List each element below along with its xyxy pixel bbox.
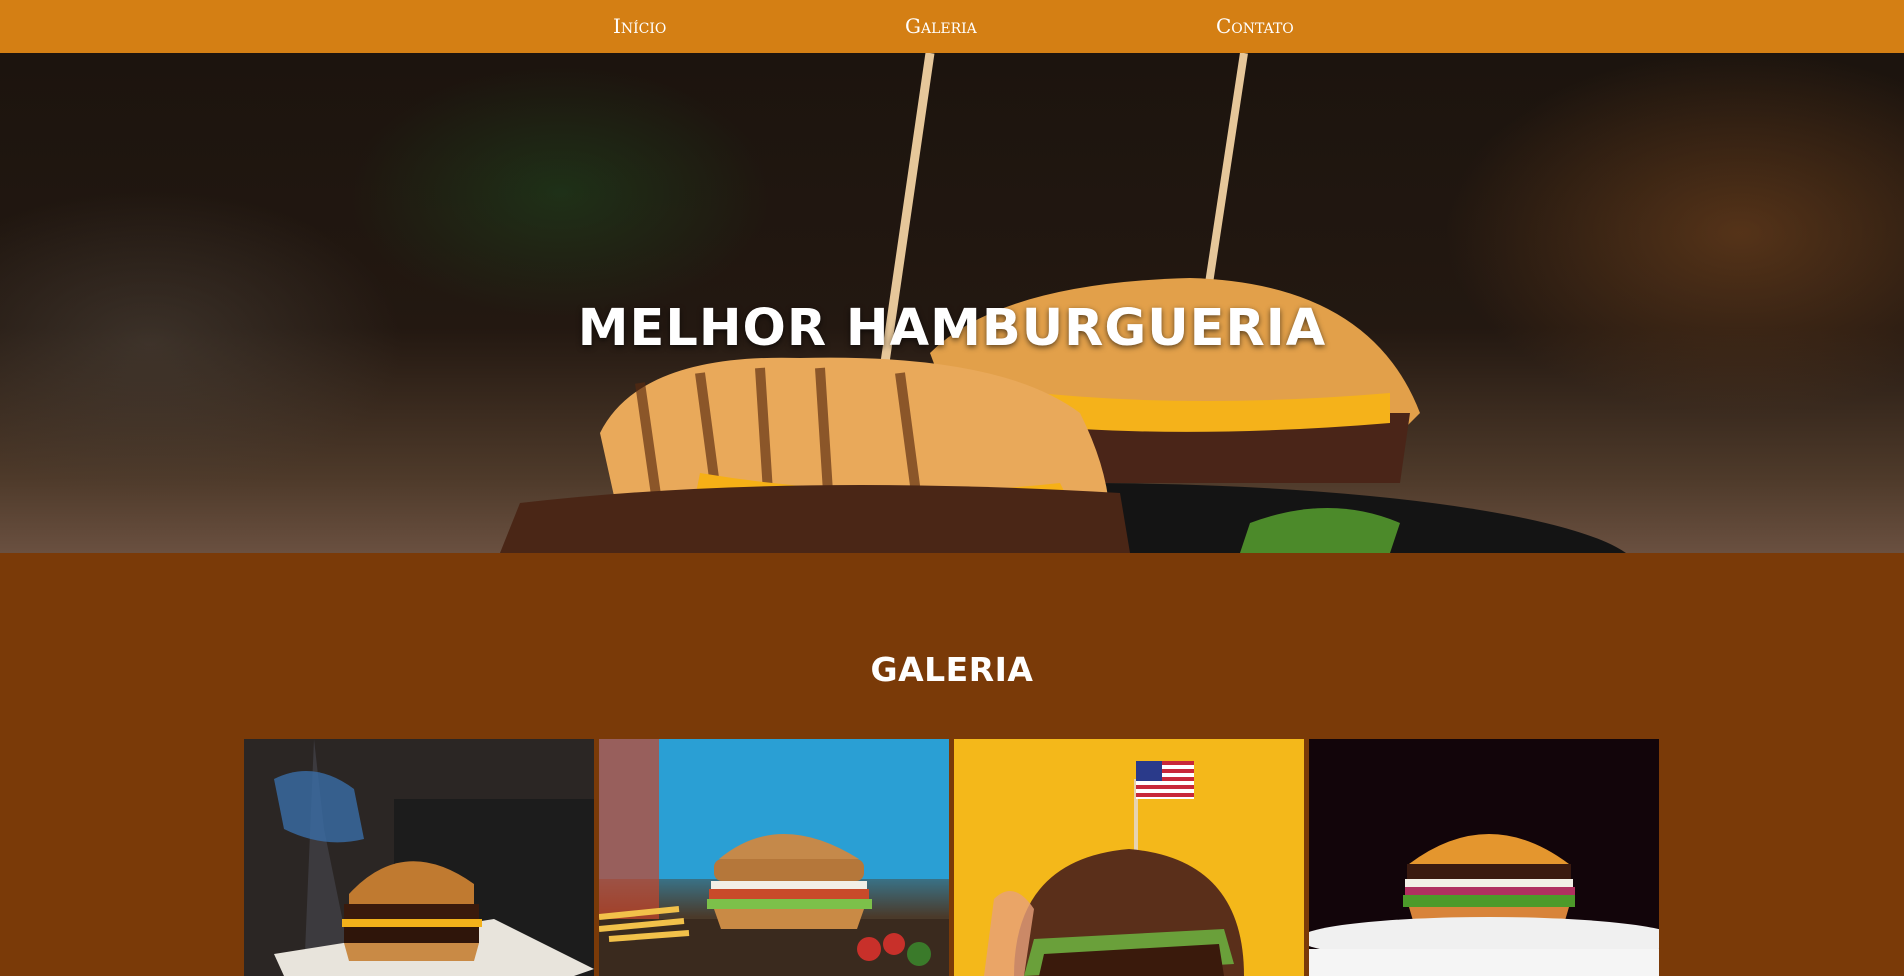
- nav-link-contato[interactable]: Contato: [1216, 0, 1294, 53]
- hero-banner: MELHOR HAMBURGUERIA: [0, 53, 1904, 553]
- gallery-photo-1[interactable]: [244, 739, 594, 976]
- gallery-photo-4[interactable]: [1309, 739, 1659, 976]
- nav-link-galeria[interactable]: Galeria: [905, 0, 977, 53]
- top-navigation: Início Galeria Contato: [0, 0, 1904, 53]
- gallery-photo-3[interactable]: [954, 739, 1304, 976]
- nav-link-inicio[interactable]: Início: [613, 0, 666, 53]
- gallery-photo-2[interactable]: [599, 739, 949, 976]
- gallery-section: GALERIA: [0, 553, 1904, 976]
- hero-title: MELHOR HAMBURGUERIA: [577, 299, 1327, 359]
- gallery-title: GALERIA: [870, 650, 1034, 690]
